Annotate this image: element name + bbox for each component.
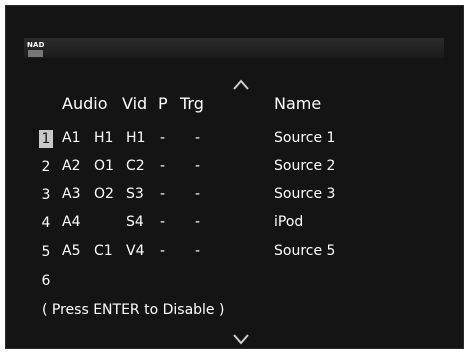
row-p[interactable]: -: [160, 130, 165, 146]
row-trg[interactable]: -: [195, 186, 200, 202]
column-header-p: P: [158, 94, 168, 113]
row-number[interactable]: 5: [39, 243, 53, 261]
row-name[interactable]: Source 1: [274, 130, 335, 146]
row-input[interactable]: C1: [94, 243, 113, 259]
brand-logo: NAD: [27, 41, 45, 49]
header-bar: [24, 38, 444, 58]
row-number[interactable]: 3: [39, 186, 53, 204]
row-p[interactable]: -: [160, 243, 165, 259]
row-vid[interactable]: C2: [126, 158, 145, 174]
row-name[interactable]: Source 5: [274, 243, 335, 259]
row-vid[interactable]: S4: [126, 214, 144, 230]
row-input[interactable]: H1: [94, 130, 113, 146]
row-number-selected[interactable]: 1: [39, 130, 53, 148]
brand-indicator: [28, 50, 43, 57]
row-vid[interactable]: H1: [126, 130, 145, 146]
column-header-name: Name: [274, 94, 322, 113]
column-header-trg: Trg: [180, 94, 204, 113]
row-audio[interactable]: A2: [62, 158, 80, 174]
row-p[interactable]: -: [160, 186, 165, 202]
row-p[interactable]: -: [160, 214, 165, 230]
row-input[interactable]: O1: [94, 158, 114, 174]
column-header-vid: Vid: [122, 94, 148, 113]
chevron-down-icon[interactable]: [232, 330, 250, 348]
column-header-audio: Audio: [62, 94, 108, 113]
row-audio[interactable]: A4: [62, 214, 80, 230]
row-name[interactable]: Source 2: [274, 158, 335, 174]
row-trg[interactable]: -: [195, 130, 200, 146]
row-trg[interactable]: -: [195, 214, 200, 230]
row-vid[interactable]: V4: [126, 243, 144, 259]
chevron-up-icon[interactable]: [232, 76, 250, 94]
row-trg[interactable]: -: [195, 243, 200, 259]
row-number[interactable]: 2: [39, 158, 53, 176]
row-audio[interactable]: A1: [62, 130, 80, 146]
row-input[interactable]: O2: [94, 186, 114, 202]
row-name[interactable]: Source 3: [274, 186, 335, 202]
disable-hint: ( Press ENTER to Disable ): [42, 302, 225, 318]
row-audio[interactable]: A3: [62, 186, 80, 202]
row-trg[interactable]: -: [195, 158, 200, 174]
row-name[interactable]: iPod: [274, 214, 303, 230]
row-p[interactable]: -: [160, 158, 165, 174]
row-number[interactable]: 6: [39, 272, 53, 290]
row-audio[interactable]: A5: [62, 243, 80, 259]
row-number[interactable]: 4: [39, 214, 53, 232]
row-vid[interactable]: S3: [126, 186, 144, 202]
